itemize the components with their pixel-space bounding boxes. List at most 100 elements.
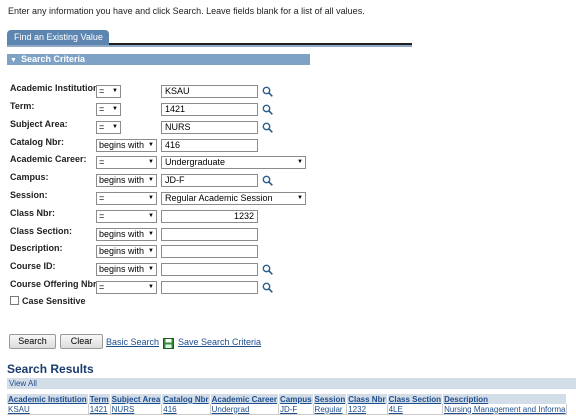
subject-area-label: Subject Area: <box>10 119 68 129</box>
dropdown-arrow-icon: ▼ <box>112 124 118 130</box>
session-operator-value: = <box>99 193 105 203</box>
view-all-link[interactable]: View All <box>7 378 576 389</box>
campus-operator-value: begins with <box>99 175 145 185</box>
column-header[interactable]: Class Nbr <box>346 394 388 404</box>
column-header[interactable]: Academic Institution <box>7 394 89 404</box>
academic-institution-operator-value: = <box>99 86 105 96</box>
academic-career-label: Academic Career: <box>10 154 87 164</box>
collapse-triangle-icon[interactable]: ▼ <box>10 55 17 66</box>
dropdown-arrow-icon: ▼ <box>148 231 154 237</box>
course-offering-nbr-input[interactable] <box>161 281 258 294</box>
academic-institution-value: KSAU <box>165 86 190 96</box>
campus-operator-select[interactable]: begins with ▼ <box>96 174 157 187</box>
academic-institution-input[interactable]: KSAU <box>161 85 258 98</box>
class-section-label: Class Section: <box>10 226 73 236</box>
table-cell-link[interactable]: 1232 <box>346 404 388 415</box>
subject-area-lookup-icon[interactable] <box>262 122 273 135</box>
session-operator-select[interactable]: = ▼ <box>96 192 157 205</box>
academic-career-operator-value: = <box>99 157 105 167</box>
column-header[interactable]: Campus <box>278 394 314 404</box>
course-offering-nbr-operator-value: = <box>99 282 105 292</box>
column-header[interactable]: Subject Area <box>110 394 163 404</box>
tab-find-existing-value[interactable]: Find an Existing Value <box>7 30 109 45</box>
search-criteria-header[interactable]: ▼ Search Criteria <box>7 54 310 65</box>
table-cell-link[interactable]: JD-F <box>278 404 314 415</box>
campus-input[interactable]: JD-F <box>161 174 258 187</box>
table-cell-link[interactable]: NURS <box>110 404 163 415</box>
course-offering-nbr-lookup-icon[interactable] <box>262 282 273 295</box>
column-header[interactable]: Academic Career <box>210 394 279 404</box>
column-header[interactable]: Description <box>442 394 568 404</box>
catalog-nbr-input[interactable]: 416 <box>161 139 258 152</box>
case-sensitive-label: Case Sensitive <box>22 296 86 306</box>
term-operator-value: = <box>99 104 105 114</box>
class-nbr-operator-select[interactable]: = ▼ <box>96 210 157 223</box>
class-section-operator-select[interactable]: begins with ▼ <box>96 228 157 241</box>
course-offering-nbr-operator-select[interactable]: = ▼ <box>96 281 157 294</box>
dropdown-arrow-icon: ▼ <box>148 248 154 254</box>
catalog-nbr-value: 416 <box>165 140 181 150</box>
dropdown-arrow-icon: ▼ <box>297 195 303 201</box>
description-operator-select[interactable]: begins with ▼ <box>96 245 157 258</box>
column-header[interactable]: Class Section <box>387 394 444 404</box>
table-cell-link[interactable]: Nursing Management and Informa <box>442 404 568 415</box>
term-input[interactable]: 1421 <box>161 103 258 116</box>
dropdown-arrow-icon: ▼ <box>148 177 154 183</box>
basic-search-link[interactable]: Basic Search <box>106 337 159 347</box>
class-section-input[interactable] <box>161 228 258 241</box>
catalog-nbr-label: Catalog Nbr: <box>10 137 64 147</box>
academic-institution-label: Academic Institution: <box>10 83 102 93</box>
session-value: Regular Academic Session <box>165 193 273 203</box>
academic-career-select[interactable]: Undergraduate ▼ <box>161 156 306 169</box>
dropdown-arrow-icon: ▼ <box>148 266 154 272</box>
catalog-nbr-operator-value: begins with <box>99 140 145 150</box>
catalog-nbr-operator-select[interactable]: begins with ▼ <box>96 139 157 152</box>
dropdown-arrow-icon: ▼ <box>148 284 154 290</box>
column-header[interactable]: Catalog Nbr <box>161 394 211 404</box>
description-label: Description: <box>10 243 63 253</box>
save-icon[interactable] <box>163 338 174 351</box>
description-input[interactable] <box>161 245 258 258</box>
course-id-operator-value: begins with <box>99 264 145 274</box>
course-id-input[interactable] <box>161 263 258 276</box>
course-id-lookup-icon[interactable] <box>262 264 273 277</box>
dropdown-arrow-icon: ▼ <box>112 88 118 94</box>
save-search-criteria-link[interactable]: Save Search Criteria <box>178 337 261 347</box>
table-cell-link[interactable]: Regular <box>313 404 348 415</box>
column-header[interactable]: Session <box>313 394 348 404</box>
case-sensitive-checkbox[interactable] <box>10 296 19 305</box>
subject-area-input[interactable]: NURS <box>161 121 258 134</box>
term-label: Term: <box>10 101 35 111</box>
results-header-row: Academic Institution Term Subject Area Cata… <box>7 394 568 404</box>
term-lookup-icon[interactable] <box>262 104 273 117</box>
dropdown-arrow-icon: ▼ <box>148 213 154 219</box>
academic-institution-lookup-icon[interactable] <box>262 86 273 99</box>
academic-institution-operator-select[interactable]: = ▼ <box>96 85 121 98</box>
subject-area-operator-select[interactable]: = ▼ <box>96 121 121 134</box>
search-button[interactable]: Search <box>9 334 56 349</box>
clear-button[interactable]: Clear <box>60 334 103 349</box>
table-cell-link[interactable]: 416 <box>161 404 211 415</box>
section-title: Search Criteria <box>20 54 85 64</box>
session-label: Session: <box>10 190 48 200</box>
search-results-title: Search Results <box>7 362 94 376</box>
campus-lookup-icon[interactable] <box>262 175 273 188</box>
term-operator-select[interactable]: = ▼ <box>96 103 121 116</box>
term-value: 1421 <box>165 104 186 114</box>
table-cell-link[interactable]: Undergrad <box>210 404 279 415</box>
table-row[interactable]: KSAU 1421 NURS 416 Undergrad JD-F Regular 1232 4… <box>7 404 568 415</box>
course-id-operator-select[interactable]: begins with ▼ <box>96 263 157 276</box>
class-nbr-input[interactable]: 1232 <box>161 210 258 223</box>
table-cell-link[interactable]: KSAU <box>7 404 89 415</box>
campus-value: JD-F <box>165 175 185 185</box>
column-header[interactable]: Term <box>88 394 111 404</box>
dropdown-arrow-icon: ▼ <box>148 142 154 148</box>
subject-area-operator-value: = <box>99 122 105 132</box>
session-select[interactable]: Regular Academic Session ▼ <box>161 192 306 205</box>
table-cell-link[interactable]: 4LE <box>387 404 444 415</box>
results-body: KSAU 1421 NURS 416 Undergrad JD-F Regular 1232 4… <box>7 404 568 415</box>
intro-text: Enter any information you have and click… <box>8 6 365 16</box>
subject-area-value: NURS <box>165 122 191 132</box>
table-cell-link[interactable]: 1421 <box>88 404 111 415</box>
academic-career-operator-select[interactable]: = ▼ <box>96 156 157 169</box>
